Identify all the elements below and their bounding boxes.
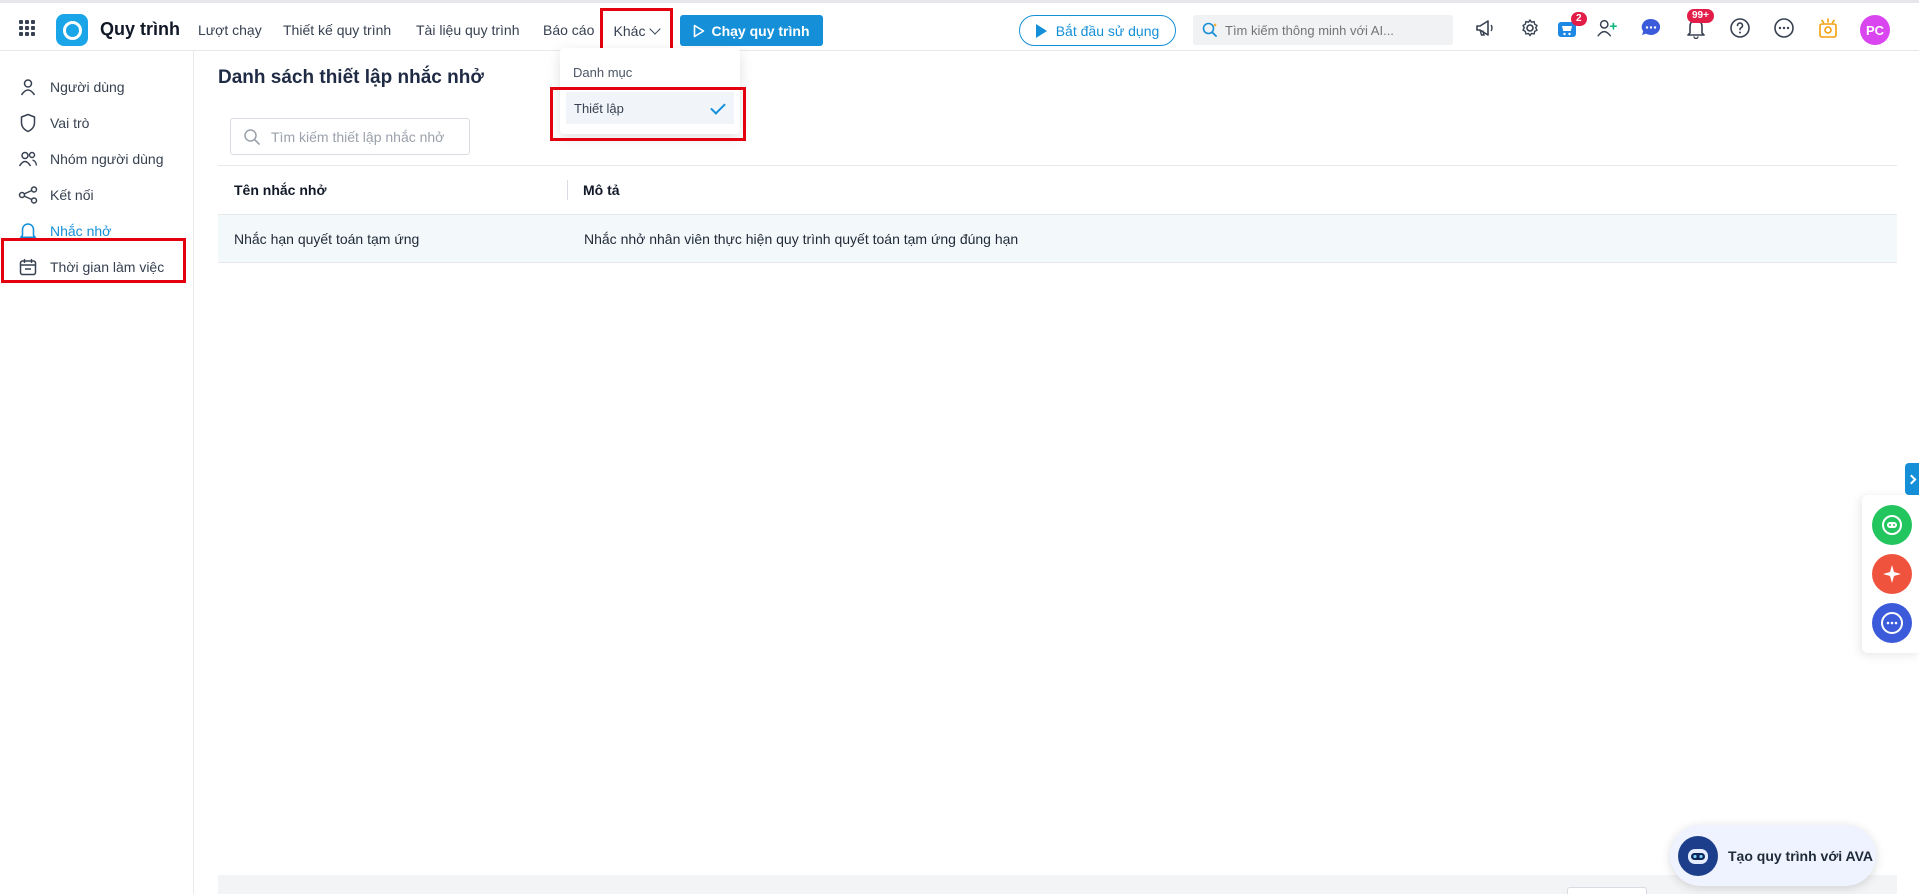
pagination-box[interactable] <box>1567 887 1647 894</box>
more-icon[interactable] <box>1773 17 1795 39</box>
table-header: Tên nhắc nhở Mô tả <box>218 165 1897 215</box>
play-icon <box>1035 23 1047 38</box>
sidebar-item-label: Nhóm người dùng <box>50 151 164 167</box>
start-using-button[interactable]: Bắt đầu sử dụng <box>1019 15 1176 46</box>
sidebar-item-label: Nhắc nhở <box>50 223 112 239</box>
chat-icon[interactable] <box>1640 17 1662 39</box>
sidebar-item-connections[interactable]: Kết nối <box>18 183 94 207</box>
ava-robot-icon <box>1678 835 1718 876</box>
smart-search-input[interactable] <box>1225 22 1445 38</box>
top-bar: Quy trình Lượt chạy Thiết kế quy trình T… <box>0 0 1919 53</box>
help-icon[interactable] <box>1729 17 1751 39</box>
run-process-button[interactable]: Chạy quy trình <box>680 15 823 46</box>
highlight-box-sidebar <box>1 238 186 283</box>
add-user-icon[interactable] <box>1596 17 1618 39</box>
chatbot-button[interactable] <box>1872 505 1912 545</box>
nav-bao-cao[interactable]: Báo cáo <box>543 22 594 38</box>
nav-thiet-ke-quy-trinh[interactable]: Thiết kế quy trình <box>283 22 391 38</box>
cell-reminder-description: Nhắc nhở nhân viên thực hiện quy trình q… <box>584 230 1019 247</box>
menu-item-category[interactable]: Danh mục <box>573 65 632 80</box>
avatar[interactable]: PC <box>1860 15 1890 45</box>
sparkle-icon <box>1883 565 1901 583</box>
nav-more-label: Khác <box>613 22 646 39</box>
expand-panel-tab[interactable] <box>1905 463 1919 495</box>
apps-grid-icon[interactable] <box>19 20 35 36</box>
chat-bubble-icon <box>1881 612 1903 634</box>
column-header-description[interactable]: Mô tả <box>568 182 620 198</box>
cell-reminder-name: Nhắc hạn quyết toán tạm ứng <box>234 230 420 247</box>
chevron-down-icon <box>649 22 662 35</box>
ava-label: Tạo quy trình với AVA <box>1728 847 1874 864</box>
sidebar-item-roles[interactable]: Vai trò <box>18 111 89 135</box>
bot-icon <box>1882 515 1902 535</box>
page: Quy trình Lượt chạy Thiết kế quy trình T… <box>0 0 1919 894</box>
ava-create-process-button[interactable]: Tạo quy trình với AVA <box>1670 825 1876 886</box>
app-title[interactable]: Quy trình <box>100 19 180 40</box>
megaphone-icon[interactable] <box>1474 17 1496 39</box>
reward-icon[interactable] <box>1817 17 1839 39</box>
sidebar-item-users[interactable]: Người dùng <box>18 75 125 99</box>
reminder-search-input[interactable] <box>271 128 461 145</box>
highlight-box-menu <box>550 87 746 141</box>
shield-icon <box>18 113 38 133</box>
sidebar-item-user-groups[interactable]: Nhóm người dùng <box>18 147 164 171</box>
ai-assistant-button[interactable] <box>1872 554 1912 594</box>
nav-tai-lieu-quy-trinh[interactable]: Tài liệu quy trình <box>416 22 520 38</box>
page-title: Danh sách thiết lập nhắc nhở <box>218 67 484 88</box>
reminder-search[interactable] <box>230 118 470 155</box>
notification-badge: 99+ <box>1687 9 1714 23</box>
nav-luot-chay[interactable]: Lượt chạy <box>198 22 262 38</box>
app-logo[interactable] <box>56 14 88 46</box>
cart-badge: 2 <box>1571 12 1587 26</box>
support-chat-button[interactable] <box>1872 603 1912 643</box>
reminder-table: Tên nhắc nhở Mô tả Nhắc hạn quyết toán t… <box>218 165 1897 263</box>
floating-actions-panel <box>1862 495 1919 653</box>
sidebar: Người dùng Vai trò Nhóm người dùng Kết n… <box>0 51 194 894</box>
nav-more-dropdown[interactable]: Khác <box>600 8 673 53</box>
run-process-label: Chạy quy trình <box>711 22 810 39</box>
sidebar-item-label: Kết nối <box>50 187 94 203</box>
sidebar-item-label: Vai trò <box>50 115 90 131</box>
column-header-name[interactable]: Tên nhắc nhở <box>218 180 568 200</box>
table-row[interactable]: Nhắc hạn quyết toán tạm ứng Nhắc nhở nhâ… <box>218 215 1897 263</box>
play-icon <box>694 24 705 37</box>
user-icon <box>18 77 38 97</box>
ai-search-icon <box>1202 22 1217 37</box>
search-icon <box>244 128 260 145</box>
sidebar-item-label: Người dùng <box>50 79 125 95</box>
share-icon <box>18 185 38 205</box>
gear-icon[interactable] <box>1519 17 1541 39</box>
smart-search[interactable] <box>1193 15 1453 45</box>
users-icon <box>18 149 38 169</box>
start-using-label: Bắt đầu sử dụng <box>1055 22 1160 39</box>
